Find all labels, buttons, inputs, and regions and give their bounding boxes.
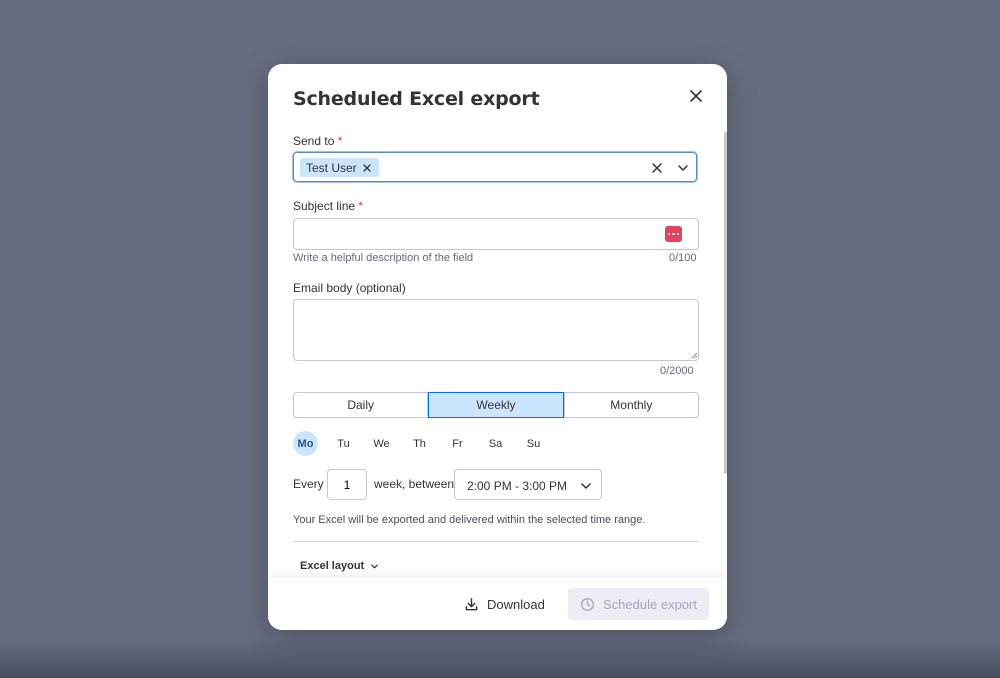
week-between-label: week, between — [374, 477, 455, 491]
email-body-label: Email body (optional) — [293, 281, 406, 295]
send-to-label: Send to * — [293, 134, 343, 148]
subject-label: Subject line * — [293, 199, 364, 213]
interval-input[interactable] — [327, 469, 367, 500]
time-range-select[interactable]: 2:00 PM - 3:00 PM — [454, 469, 602, 500]
frequency-toggle: Daily Weekly Monthly — [293, 392, 699, 418]
subject-counter: 0/100 — [669, 252, 697, 264]
chevron-down-icon[interactable] — [676, 161, 690, 175]
scrollbar[interactable] — [724, 132, 727, 474]
schedule-export-button[interactable]: Schedule export — [568, 588, 709, 620]
day-su[interactable]: Su — [521, 431, 546, 456]
chevron-down-icon — [581, 483, 591, 489]
day-mo[interactable]: Mo — [293, 431, 318, 456]
email-body-counter: 0/2000 — [660, 365, 694, 377]
close-button[interactable] — [686, 86, 706, 106]
modal-footer: Download Schedule export — [268, 578, 727, 630]
day-sa[interactable]: Sa — [483, 431, 508, 456]
day-we[interactable]: We — [369, 431, 394, 456]
day-th[interactable]: Th — [407, 431, 432, 456]
divider — [293, 541, 699, 542]
required-mark: * — [358, 199, 364, 213]
frequency-weekly-button[interactable]: Weekly — [428, 392, 564, 418]
send-to-field[interactable]: Test User — [293, 152, 697, 182]
time-range-value: 2:00 PM - 3:00 PM — [467, 479, 568, 493]
close-icon — [690, 90, 702, 102]
recipient-chip: Test User — [300, 158, 379, 177]
scheduled-export-modal: Scheduled Excel export Send to * Test Us… — [268, 64, 727, 630]
schedule-export-label: Schedule export — [603, 596, 697, 612]
download-button[interactable]: Download — [464, 588, 554, 620]
day-fr[interactable]: Fr — [445, 431, 470, 456]
excel-layout-label: Excel layout — [300, 560, 365, 572]
recipient-chip-label: Test User — [306, 160, 357, 175]
every-label: Every — [293, 477, 324, 491]
delivery-note: Your Excel will be exported and delivere… — [293, 514, 646, 526]
download-icon — [465, 597, 478, 610]
frequency-daily-button[interactable]: Daily — [293, 392, 429, 418]
backdrop — [0, 638, 1000, 678]
excel-layout-toggle[interactable]: Excel layout — [300, 560, 379, 572]
day-tu[interactable]: Tu — [331, 431, 356, 456]
clear-icon[interactable] — [650, 161, 664, 175]
dots-icon[interactable] — [665, 226, 682, 242]
clock-icon — [581, 597, 594, 611]
chevron-down-icon — [371, 564, 379, 568]
resize-grip-icon[interactable] — [691, 352, 698, 359]
subject-helper-text: Write a helpful description of the field — [293, 252, 474, 264]
frequency-monthly-button[interactable]: Monthly — [563, 392, 699, 418]
email-body-textarea[interactable] — [293, 299, 699, 361]
chip-remove-icon[interactable] — [363, 163, 371, 172]
day-picker: Mo Tu We Th Fr Sa Su — [293, 431, 546, 456]
modal-title: Scheduled Excel export — [293, 88, 540, 110]
subject-input[interactable] — [293, 218, 699, 250]
download-label: Download — [487, 596, 545, 612]
required-mark: * — [337, 134, 343, 148]
